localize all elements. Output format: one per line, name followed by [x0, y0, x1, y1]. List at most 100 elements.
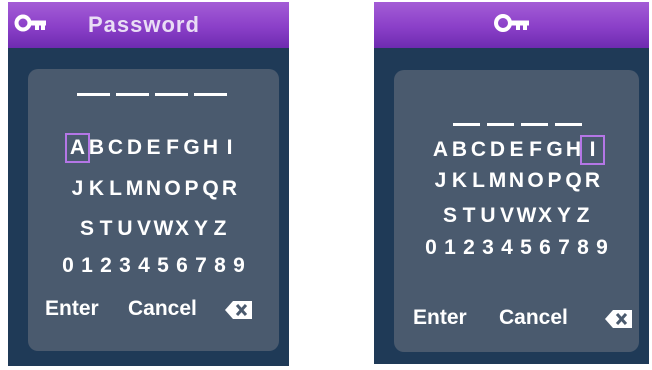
key-icon [493, 13, 531, 38]
key-t[interactable]: T [97, 217, 116, 241]
password-entry-field [453, 123, 589, 126]
key-0[interactable]: 0 [422, 236, 441, 260]
keypad-row-letters-a-i: ABCDEFGHI [28, 133, 279, 163]
key-3[interactable]: 3 [116, 254, 135, 278]
key-z[interactable]: Z [574, 204, 593, 228]
password-slot [521, 123, 548, 126]
key-c[interactable]: C [469, 138, 488, 162]
keypad-row-letters-j-r: JKLMNOPQR [28, 177, 279, 201]
password-slot [453, 123, 480, 126]
key-x[interactable]: X [173, 217, 192, 241]
password-screen-right: ABCDEFGHI JKLMNOPQR STUVWXYZ 0123456789 … [374, 2, 649, 364]
keypad-row-digits: 0123456789 [394, 236, 639, 260]
key-c[interactable]: C [106, 136, 125, 160]
key-t[interactable]: T [460, 204, 479, 228]
key-9[interactable]: 9 [593, 236, 612, 260]
backspace-icon[interactable] [604, 309, 634, 335]
enter-button[interactable]: Enter [45, 297, 99, 321]
key-6[interactable]: 6 [173, 254, 192, 278]
password-slot [116, 93, 149, 96]
key-g[interactable]: G [182, 136, 201, 160]
key-n[interactable]: N [144, 177, 163, 201]
backspace-icon[interactable] [224, 300, 254, 326]
title-bar [374, 2, 649, 48]
key-m[interactable]: M [125, 177, 144, 201]
password-slot [155, 93, 188, 96]
key-r[interactable]: R [583, 169, 602, 193]
key-d[interactable]: D [488, 138, 507, 162]
key-y[interactable]: Y [192, 217, 211, 241]
page-title: Password [88, 12, 200, 37]
keypad-row-letters-s-z: STUVWXYZ [394, 204, 639, 228]
key-l[interactable]: L [469, 169, 488, 193]
key-l[interactable]: L [106, 177, 125, 201]
key-8[interactable]: 8 [574, 236, 593, 260]
cancel-button[interactable]: Cancel [128, 297, 197, 321]
key-s[interactable]: S [441, 204, 460, 228]
key-q[interactable]: Q [564, 169, 583, 193]
key-w[interactable]: W [154, 217, 174, 241]
key-2[interactable]: 2 [97, 254, 116, 278]
key-3[interactable]: 3 [479, 236, 498, 260]
key-4[interactable]: 4 [135, 254, 154, 278]
cancel-button[interactable]: Cancel [499, 306, 568, 330]
key-q[interactable]: Q [201, 177, 220, 201]
key-y[interactable]: Y [555, 204, 574, 228]
key-f[interactable]: F [526, 138, 545, 162]
key-4[interactable]: 4 [498, 236, 517, 260]
key-icon [14, 13, 48, 38]
key-p[interactable]: P [545, 169, 564, 193]
key-e[interactable]: E [144, 136, 163, 160]
key-s[interactable]: S [78, 217, 97, 241]
keypad-row-digits: 0123456789 [28, 254, 279, 278]
key-8[interactable]: 8 [211, 254, 230, 278]
key-i[interactable]: I [580, 135, 605, 165]
key-u[interactable]: U [479, 204, 498, 228]
key-z[interactable]: Z [211, 217, 230, 241]
key-a[interactable]: A [431, 138, 450, 162]
key-r[interactable]: R [220, 177, 239, 201]
key-i[interactable]: I [220, 136, 239, 160]
key-j[interactable]: J [68, 177, 87, 201]
key-9[interactable]: 9 [230, 254, 249, 278]
key-5[interactable]: 5 [517, 236, 536, 260]
key-b[interactable]: B [450, 138, 469, 162]
key-u[interactable]: U [116, 217, 135, 241]
enter-button[interactable]: Enter [413, 306, 467, 330]
key-7[interactable]: 7 [192, 254, 211, 278]
key-p[interactable]: P [182, 177, 201, 201]
key-v[interactable]: V [135, 217, 154, 241]
key-5[interactable]: 5 [154, 254, 173, 278]
key-b[interactable]: B [87, 136, 106, 160]
key-m[interactable]: M [488, 169, 507, 193]
password-entry-field [77, 93, 233, 96]
key-0[interactable]: 0 [59, 254, 78, 278]
key-1[interactable]: 1 [441, 236, 460, 260]
password-slot [77, 93, 110, 96]
key-j[interactable]: J [431, 169, 450, 193]
keypad-row-letters-s-z: STUVWXYZ [28, 217, 279, 241]
key-h[interactable]: H [201, 136, 220, 160]
key-v[interactable]: V [498, 204, 517, 228]
key-6[interactable]: 6 [536, 236, 555, 260]
key-7[interactable]: 7 [555, 236, 574, 260]
key-d[interactable]: D [125, 136, 144, 160]
key-o[interactable]: O [163, 177, 182, 201]
key-k[interactable]: K [450, 169, 469, 193]
password-slot [487, 123, 514, 126]
key-f[interactable]: F [163, 136, 182, 160]
key-x[interactable]: X [536, 204, 555, 228]
key-k[interactable]: K [87, 177, 106, 201]
key-1[interactable]: 1 [78, 254, 97, 278]
key-w[interactable]: W [517, 204, 537, 228]
key-e[interactable]: E [507, 138, 526, 162]
key-2[interactable]: 2 [460, 236, 479, 260]
keypad-panel: ABCDEFGHI JKLMNOPQR STUVWXYZ 0123456789 … [394, 70, 639, 352]
key-a[interactable]: A [65, 133, 90, 163]
key-n[interactable]: N [507, 169, 526, 193]
key-o[interactable]: O [526, 169, 545, 193]
password-screen-left: Password ABCDEFGHI JKLMNOPQR STUVWXYZ 01… [8, 2, 289, 366]
title-bar: Password [8, 2, 289, 48]
key-g[interactable]: G [545, 138, 564, 162]
key-h[interactable]: H [564, 138, 583, 162]
